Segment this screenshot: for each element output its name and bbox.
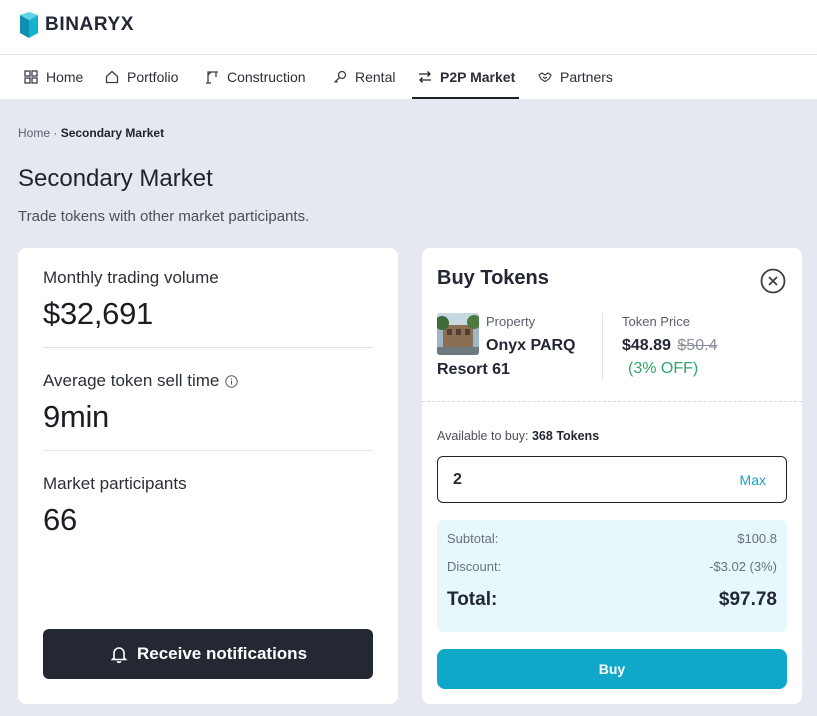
main-nav: Home Portfolio Construction Rental P2P M… (0, 55, 817, 99)
stat-participants: Market participants 66 (43, 474, 373, 538)
logo-text: BINARYX (45, 14, 135, 35)
nav-label: Rental (355, 69, 396, 85)
breadcrumb: Home · Secondary Market (18, 126, 164, 140)
available-label: Available to buy: (437, 429, 529, 443)
total-label: Total: (447, 589, 498, 610)
bell-icon (110, 647, 128, 664)
button-label: Receive notifications (136, 644, 308, 663)
max-button[interactable]: Max (740, 472, 766, 488)
market-stats-card: Monthly trading volume $32,691 Average t… (18, 248, 398, 704)
receive-notifications-button[interactable]: Receive notifications (43, 629, 373, 679)
nav-item-home[interactable]: Home (24, 55, 83, 99)
divider (43, 347, 373, 348)
close-icon[interactable] (760, 268, 786, 294)
buy-tokens-title: Buy Tokens (437, 267, 549, 289)
breadcrumb-home[interactable]: Home (18, 126, 50, 140)
nav-item-construction[interactable]: Construction (205, 55, 306, 99)
nav-item-p2p-market[interactable]: P2P Market (411, 55, 520, 99)
available-value: 368 Tokens (531, 429, 600, 443)
token-quantity-input[interactable] (453, 469, 703, 491)
old-price: $50.4 (677, 337, 718, 354)
nav-item-portfolio[interactable]: Portfolio (105, 55, 178, 99)
total-value: $97.78 (718, 589, 777, 610)
top-bar: BINARYX (0, 0, 817, 55)
stat-label: Average token sell time (43, 371, 373, 391)
nav-label: Portfolio (127, 69, 179, 85)
property-name-continued: Resort 61 (437, 361, 510, 378)
stat-label-text: Average token sell time (43, 371, 220, 390)
discount-badge: (3% OFF) (628, 360, 699, 377)
property-image (437, 313, 479, 355)
nav-label: Partners (560, 69, 613, 85)
key-icon (334, 70, 347, 83)
discount-label: Discount: (447, 559, 502, 574)
buy-button[interactable]: Buy (437, 649, 787, 689)
available-to-buy: Available to buy: 368 Tokens (437, 429, 599, 443)
nav-label: P2P Market (440, 69, 516, 85)
stat-label: Market participants (43, 474, 187, 493)
page-title: Secondary Market (18, 165, 213, 192)
vertical-divider (602, 313, 603, 380)
subtotal-value: $100.8 (737, 531, 777, 546)
divider (43, 450, 373, 451)
nav-item-rental[interactable]: Rental (333, 55, 395, 99)
subtotal-row: Subtotal: $100.8 (447, 531, 777, 546)
breadcrumb-current: Secondary Market (60, 126, 165, 140)
stat-value: 9min (43, 399, 109, 434)
binaryx-logo-icon (20, 12, 38, 38)
total-row: Total: $97.78 (447, 589, 777, 611)
stat-value: $32,691 (43, 296, 153, 331)
order-summary: Subtotal: $100.8 Discount: -$3.02 (3%) T… (437, 520, 787, 632)
stat-sell-time: Average token sell time 9min (43, 371, 373, 435)
stat-value: 66 (43, 502, 77, 537)
current-price: $48.89 (622, 337, 671, 354)
house-icon (105, 70, 119, 84)
property-thumbnail (437, 313, 479, 355)
logo[interactable]: BINARYX (20, 12, 134, 38)
stat-trading-volume: Monthly trading volume $32,691 (43, 268, 373, 332)
dashed-divider (422, 401, 802, 402)
property-name: Onyx PARQ (486, 337, 576, 354)
subtotal-label: Subtotal: (447, 531, 499, 546)
token-price-label: Token Price (622, 314, 690, 329)
page-subtitle: Trade tokens with other market participa… (18, 208, 310, 225)
grid-icon (24, 70, 38, 84)
buy-tokens-card: Buy Tokens Property Onyx PARQ Resort 61 … (422, 248, 802, 704)
token-quantity-field[interactable]: Max (437, 456, 787, 503)
stat-label: Monthly trading volume (43, 268, 219, 287)
nav-label: Home (46, 69, 84, 85)
info-icon[interactable] (225, 374, 239, 388)
discount-value: -$3.02 (3%) (709, 559, 777, 574)
crane-icon (206, 71, 218, 84)
swap-arrows-icon (419, 71, 431, 83)
discount-row: Discount: -$3.02 (3%) (447, 559, 777, 574)
handshake-icon (538, 72, 552, 83)
token-price: $48.89 $50.4 (622, 337, 717, 355)
nav-label: Construction (227, 69, 306, 85)
nav-item-partners[interactable]: Partners (538, 55, 613, 99)
breadcrumb-separator: · (53, 126, 58, 140)
property-label: Property (486, 314, 536, 329)
